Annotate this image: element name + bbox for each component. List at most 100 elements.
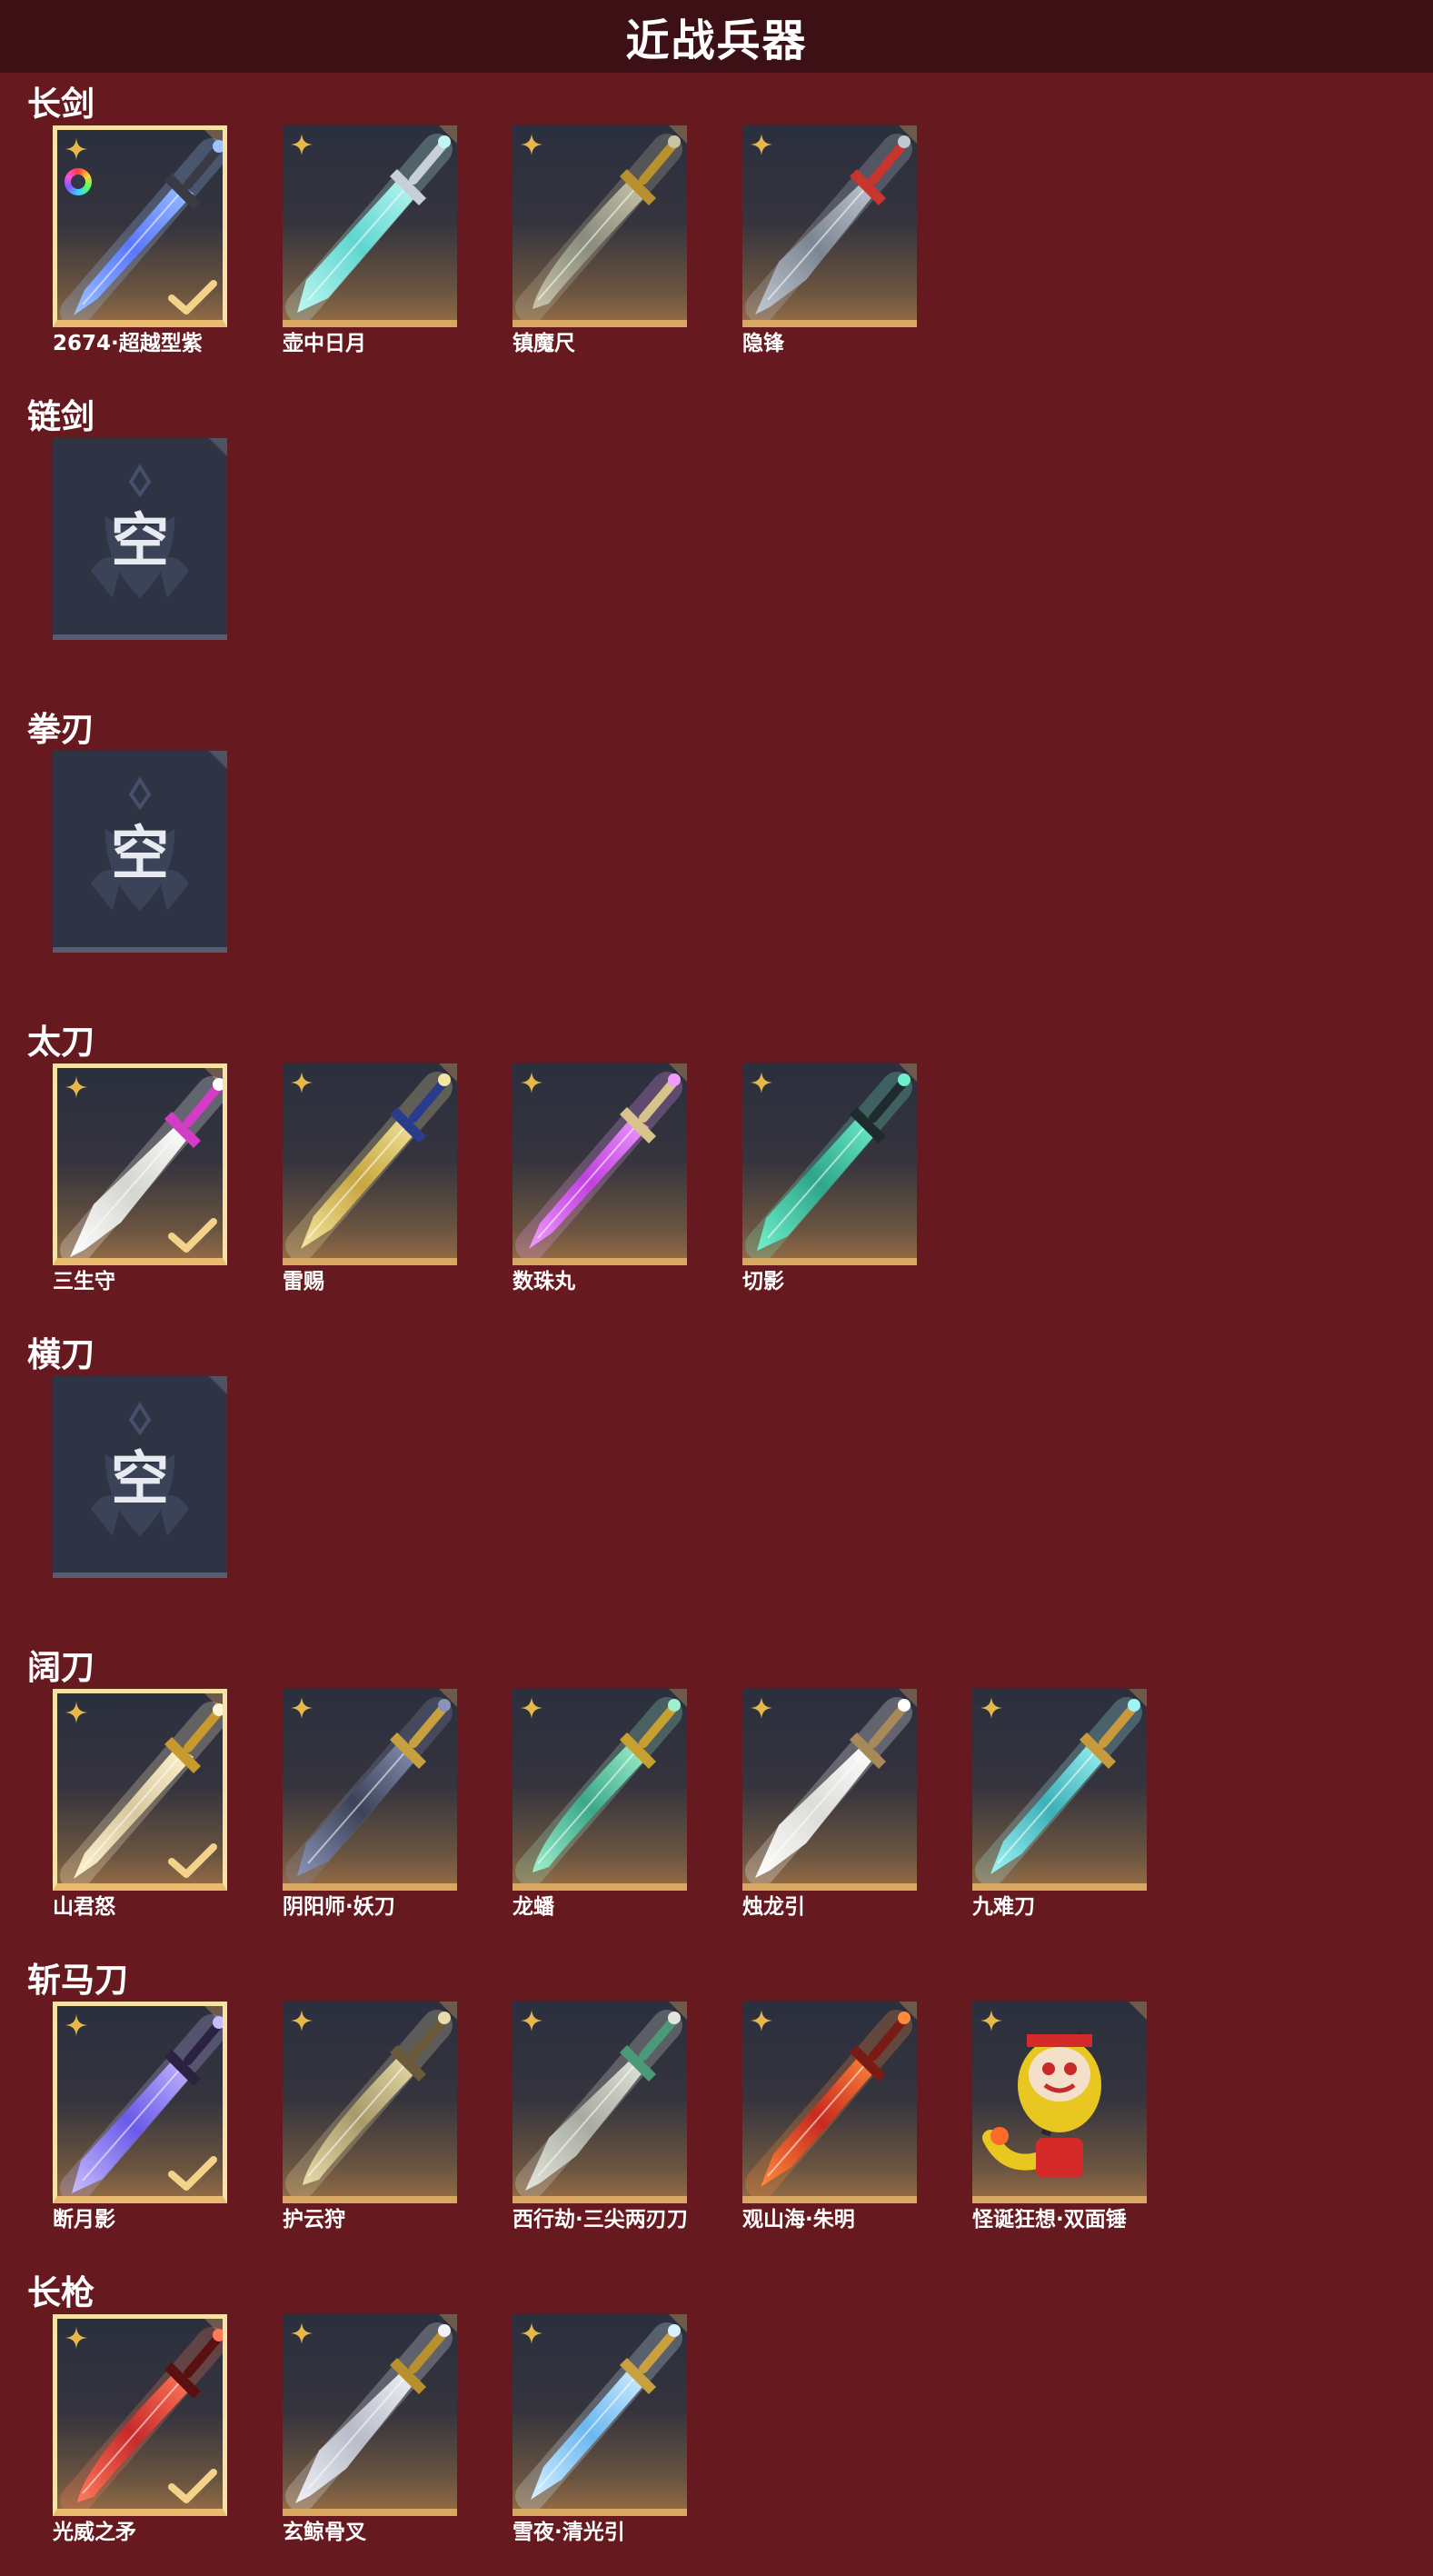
corner-tab-icon	[209, 438, 227, 456]
empty-slot-label: 空	[111, 508, 169, 575]
weapon-card[interactable]	[972, 1689, 1147, 1891]
weapon-name: 镇魔尺	[512, 332, 575, 355]
weapon-slot[interactable]: 玄鲸骨叉	[283, 2314, 457, 2547]
weapon-card[interactable]	[53, 2314, 227, 2516]
weapon-name: 2674·超越型紫	[53, 332, 203, 355]
weapon-card[interactable]	[283, 2314, 457, 2516]
empty-slot-label: 空	[111, 1446, 169, 1513]
rarity-star-icon	[521, 2322, 542, 2344]
weapon-card[interactable]: 空	[53, 1376, 227, 1578]
weapon-card[interactable]	[742, 2002, 917, 2203]
weapon-slot[interactable]: 怪诞狂想·双面锤	[972, 2002, 1147, 2234]
weapon-name: 切影	[742, 1270, 784, 1293]
weapon-name: 玄鲸骨叉	[283, 2521, 366, 2544]
weapon-card[interactable]	[512, 2002, 687, 2203]
weapon-card[interactable]	[742, 1063, 917, 1265]
weapon-slot[interactable]: 镇魔尺	[512, 125, 687, 358]
weapon-slot[interactable]: 三生守	[53, 1063, 227, 1296]
empty-weapon-slot[interactable]: 空	[53, 438, 227, 640]
weapon-card[interactable]	[512, 125, 687, 327]
rarity-star-icon	[291, 1697, 313, 1719]
equipped-check-icon	[168, 1218, 217, 1253]
weapon-row: 空	[53, 751, 283, 953]
weapon-name: 山君怒	[53, 1895, 115, 1919]
weapon-slot[interactable]: 山君怒	[53, 1689, 227, 1922]
weapon-card[interactable]	[283, 1063, 457, 1265]
weapon-slot[interactable]: 2674·超越型紫	[53, 125, 227, 358]
rarity-star-icon	[65, 1702, 87, 1723]
weapon-slot[interactable]: 西行劫·三尖两刃刀	[512, 2002, 688, 2234]
weapon-slot[interactable]: 护云狩	[283, 2002, 457, 2234]
page-header: 近战兵器	[0, 0, 1433, 73]
section-title: 链剑	[27, 397, 95, 436]
weapon-card[interactable]	[512, 2314, 687, 2516]
weapon-card[interactable]	[512, 1063, 687, 1265]
weapon-card[interactable]	[742, 1689, 917, 1891]
empty-slot-label: 空	[111, 821, 169, 888]
weapon-card[interactable]	[283, 2002, 457, 2203]
weapon-slot[interactable]: 雷赐	[283, 1063, 457, 1296]
section-title: 横刀	[27, 1335, 95, 1374]
rainbow-ring-icon	[65, 168, 92, 195]
weapon-slot[interactable]: 切影	[742, 1063, 917, 1296]
weapon-section: 链剑空	[0, 387, 1433, 700]
weapon-name: 西行劫·三尖两刃刀	[512, 2208, 688, 2232]
weapon-name: 护云狩	[283, 2208, 345, 2232]
weapon-name: 龙蟠	[512, 1895, 554, 1919]
weapon-slot[interactable]: 龙蟠	[512, 1689, 687, 1922]
weapon-slot[interactable]: 断月影	[53, 2002, 227, 2234]
weapon-slot[interactable]: 隐锋	[742, 125, 917, 358]
empty-weapon-slot[interactable]: 空	[53, 1376, 227, 1578]
weapon-slot[interactable]: 光威之矛	[53, 2314, 227, 2547]
weapon-card[interactable]	[53, 1063, 227, 1265]
weapon-slot[interactable]: 壶中日月	[283, 125, 457, 358]
rarity-star-icon	[65, 1076, 87, 1098]
weapon-card[interactable]	[53, 2002, 227, 2203]
weapon-section: 长枪 光威之矛 玄鲸骨叉 雪夜·清光引	[0, 2263, 1433, 2576]
rarity-star-icon	[521, 1072, 542, 1093]
weapon-slot[interactable]: 烛龙引	[742, 1689, 917, 1922]
weapon-name: 雷赐	[283, 1270, 324, 1293]
weapon-card[interactable]	[283, 125, 457, 327]
weapon-name: 阴阳师·妖刀	[283, 1895, 395, 1919]
weapon-row: 三生守 雷赐 数珠丸 切影	[53, 1063, 972, 1296]
weapon-name: 烛龙引	[742, 1895, 805, 1919]
rarity-star-icon	[291, 2322, 313, 2344]
weapon-name: 九难刀	[972, 1895, 1035, 1919]
rarity-star-icon	[291, 1072, 313, 1093]
weapon-card[interactable]	[742, 125, 917, 327]
rarity-star-icon	[291, 2010, 313, 2032]
weapon-card[interactable]: 空	[53, 438, 227, 640]
section-title: 长枪	[27, 2273, 95, 2312]
weapon-row: 空	[53, 438, 283, 640]
rarity-star-icon	[521, 134, 542, 155]
rarity-star-icon	[751, 1072, 772, 1093]
section-title: 阔刀	[27, 1648, 95, 1687]
weapon-name: 隐锋	[742, 332, 784, 355]
weapon-slot[interactable]: 雪夜·清光引	[512, 2314, 687, 2547]
empty-weapon-slot[interactable]: 空	[53, 751, 227, 953]
weapon-card[interactable]: 空	[53, 751, 227, 953]
weapon-card[interactable]	[283, 1689, 457, 1891]
section-title: 拳刃	[27, 710, 95, 749]
corner-tab-icon	[209, 751, 227, 769]
rarity-star-icon	[65, 138, 87, 160]
rarity-star-icon	[751, 2010, 772, 2032]
weapon-slot[interactable]: 阴阳师·妖刀	[283, 1689, 457, 1922]
rarity-star-icon	[65, 2014, 87, 2036]
section-title: 太刀	[27, 1023, 95, 1062]
weapon-slot[interactable]: 数珠丸	[512, 1063, 687, 1296]
weapon-row: 空	[53, 1376, 283, 1578]
weapon-card[interactable]	[972, 2002, 1147, 2203]
weapon-slot[interactable]: 观山海·朱明	[742, 2002, 917, 2234]
weapon-card[interactable]	[53, 1689, 227, 1891]
rarity-star-icon	[980, 1697, 1002, 1719]
rarity-star-icon	[65, 2327, 87, 2349]
weapon-card[interactable]	[53, 125, 227, 327]
weapon-slot[interactable]: 九难刀	[972, 1689, 1147, 1922]
weapon-card[interactable]	[512, 1689, 687, 1891]
rarity-star-icon	[291, 134, 313, 155]
weapon-name: 断月影	[53, 2208, 115, 2232]
weapon-name: 壶中日月	[283, 332, 366, 355]
weapon-name: 三生守	[53, 1270, 115, 1293]
